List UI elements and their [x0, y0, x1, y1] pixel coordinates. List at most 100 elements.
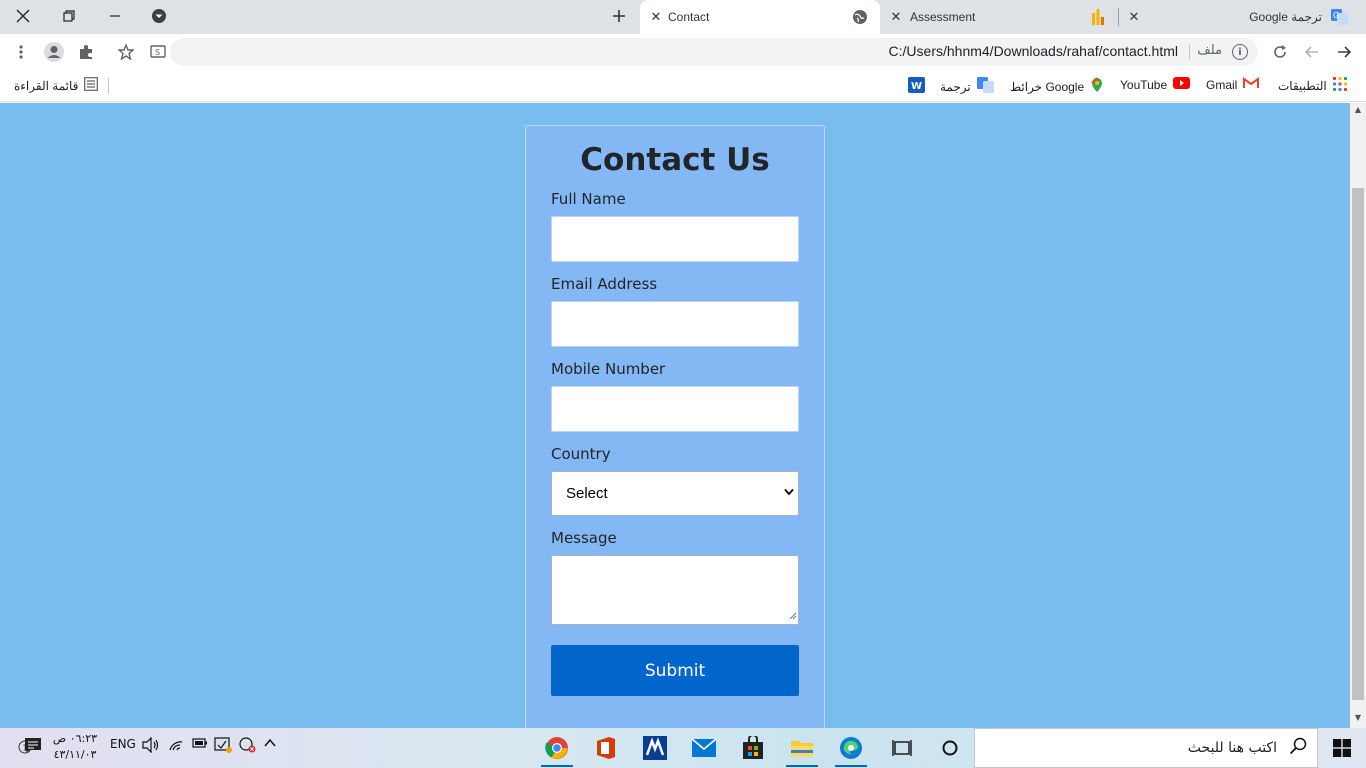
volume-icon[interactable]: [142, 736, 160, 756]
bookmark-apps[interactable]: التطبيقات: [1278, 77, 1347, 94]
country-label: Country: [551, 445, 611, 463]
plus-icon: [613, 10, 625, 22]
page-scrollbar[interactable]: ▲ ▼: [1350, 103, 1366, 728]
reading-list-label: قائمة القراءة: [14, 78, 79, 93]
url-separator: [1189, 44, 1190, 60]
bookmark-star-icon[interactable]: [114, 40, 138, 64]
message-label: Message: [551, 529, 617, 547]
bookmark-label: Gmail: [1206, 77, 1238, 92]
tab-title: ترجمة Google: [1249, 10, 1322, 24]
menu-kebab-icon[interactable]: [9, 40, 33, 64]
reload-icon[interactable]: [1268, 40, 1292, 64]
tab-search-button[interactable]: [136, 0, 182, 32]
tab-close-icon[interactable]: ✕: [888, 10, 904, 25]
tab-assessment[interactable]: ✕ Assessment: [882, 0, 1118, 34]
bookmark-translate[interactable]: ترجمة: [940, 77, 994, 96]
svg-text:W: W: [911, 81, 922, 92]
globe-icon: [852, 9, 868, 28]
onedrive-sync-icon[interactable]: [214, 737, 232, 756]
minimize-icon: [110, 15, 120, 17]
url-text: C:/Users/hhnm4/Downloads/rahaf/contact.h…: [888, 43, 1178, 59]
email-input[interactable]: [551, 301, 799, 347]
bookmark-label: YouTube: [1120, 77, 1168, 92]
tab-close-icon[interactable]: ✕: [648, 10, 664, 25]
cortana-icon[interactable]: [930, 732, 970, 764]
tab-title: Assessment: [910, 10, 976, 24]
address-bar[interactable]: C:/Users/hhnm4/Downloads/rahaf/contact.h…: [170, 38, 1258, 66]
extensions-puzzle-icon[interactable]: [74, 40, 98, 64]
window-restore-button[interactable]: [46, 0, 92, 32]
svg-text:G: G: [1333, 11, 1339, 20]
search-placeholder: اكتب هنا للبحث: [1187, 740, 1277, 756]
chevron-up-icon[interactable]: [264, 737, 276, 751]
resize-handle-icon[interactable]: [789, 612, 797, 623]
tab-contact[interactable]: ✕ Contact: [640, 0, 880, 34]
apps-grid-icon: [1332, 77, 1347, 94]
bookmark-word[interactable]: W: [908, 77, 925, 96]
country-selected-value: Select: [566, 485, 608, 502]
bookmark-youtube[interactable]: YouTube: [1120, 77, 1191, 92]
reading-list[interactable]: قائمة القراءة: [14, 77, 99, 94]
bookmarks-separator: [108, 78, 109, 94]
tab-separator: [1118, 8, 1119, 26]
task-view-icon[interactable]: [882, 732, 922, 764]
restore-icon: [63, 10, 75, 22]
cast-icon[interactable]: S: [146, 40, 170, 64]
message-textarea[interactable]: [551, 555, 799, 625]
bookmark-gmail[interactable]: Gmail: [1206, 77, 1260, 92]
clock-date: ٤٣/١١/٠٣: [53, 748, 97, 761]
youtube-icon: [1173, 77, 1191, 92]
profile-avatar-icon[interactable]: [42, 40, 66, 64]
store-taskbar-icon[interactable]: [733, 732, 773, 764]
app-m-taskbar-icon[interactable]: [635, 732, 675, 764]
site-info-icon[interactable]: i: [1232, 44, 1248, 60]
new-tab-button[interactable]: [596, 0, 642, 32]
mobile-label: Mobile Number: [551, 360, 666, 378]
windows-taskbar: 1 ٠٦:٢٣ ص ٤٣/١١/٠٣ ENG: [0, 728, 1366, 768]
scroll-down-icon[interactable]: ▼: [1350, 713, 1366, 727]
translate-icon: G: [1331, 9, 1348, 28]
submit-button[interactable]: Submit: [551, 645, 799, 696]
translate-icon: [976, 77, 994, 96]
email-label: Email Address: [551, 275, 658, 293]
country-select[interactable]: Select: [551, 471, 799, 516]
tab-close-icon[interactable]: ✕: [1126, 10, 1142, 25]
edge-taskbar-icon[interactable]: [831, 732, 871, 767]
full-name-input[interactable]: [551, 216, 799, 262]
bookmark-label: خرائط Google: [1010, 79, 1085, 94]
chevron-down-icon: [784, 484, 794, 500]
close-icon: [16, 9, 30, 23]
tab-google-translate[interactable]: ✕ ترجمة Google G: [1120, 0, 1356, 34]
taskbar-search-box[interactable]: اكتب هنا للبحث: [974, 728, 1318, 768]
window-close-button[interactable]: [0, 0, 46, 32]
bookmark-google-maps[interactable]: خرائط Google: [1010, 77, 1104, 96]
mobile-input[interactable]: [551, 386, 799, 432]
battery-icon[interactable]: [192, 737, 208, 752]
scroll-up-icon[interactable]: ▲: [1350, 105, 1366, 119]
svg-text:S: S: [155, 48, 160, 57]
chrome-taskbar-icon[interactable]: [537, 732, 577, 767]
office-taskbar-icon[interactable]: [586, 732, 626, 764]
mail-taskbar-icon[interactable]: [684, 732, 724, 764]
forward-arrow-icon[interactable]: [1332, 40, 1356, 64]
network-error-icon[interactable]: [238, 737, 256, 756]
windows-start-button[interactable]: [1322, 732, 1362, 764]
search-icon: [1289, 737, 1307, 760]
wifi-icon[interactable]: [168, 737, 184, 754]
gmail-icon: [1243, 77, 1260, 92]
tab-strip: ✕ Contact ✕ Assessment ✕ ترجمة Google G: [0, 0, 1366, 34]
file-explorer-taskbar-icon[interactable]: [782, 732, 822, 767]
bookmark-label: التطبيقات: [1278, 78, 1327, 93]
file-scheme-label: ملف: [1197, 43, 1222, 58]
contact-form: Contact Us Full Name Email Address Mobil…: [525, 125, 825, 728]
action-center-icon[interactable]: [24, 737, 42, 758]
back-arrow-icon[interactable]: [1300, 40, 1324, 64]
taskbar-clock[interactable]: ٠٦:٢٣ ص ٤٣/١١/٠٣: [50, 731, 100, 763]
full-name-label: Full Name: [551, 190, 626, 208]
scroll-thumb[interactable]: [1352, 188, 1364, 700]
page-viewport: Contact Us Full Name Email Address Mobil…: [0, 103, 1350, 728]
language-indicator[interactable]: ENG: [110, 737, 136, 751]
browser-toolbar: S C:/Users/hhnm4/Downloads/rahaf/contact…: [0, 34, 1366, 70]
window-minimize-button[interactable]: [92, 0, 138, 32]
form-heading: Contact Us: [580, 142, 770, 178]
